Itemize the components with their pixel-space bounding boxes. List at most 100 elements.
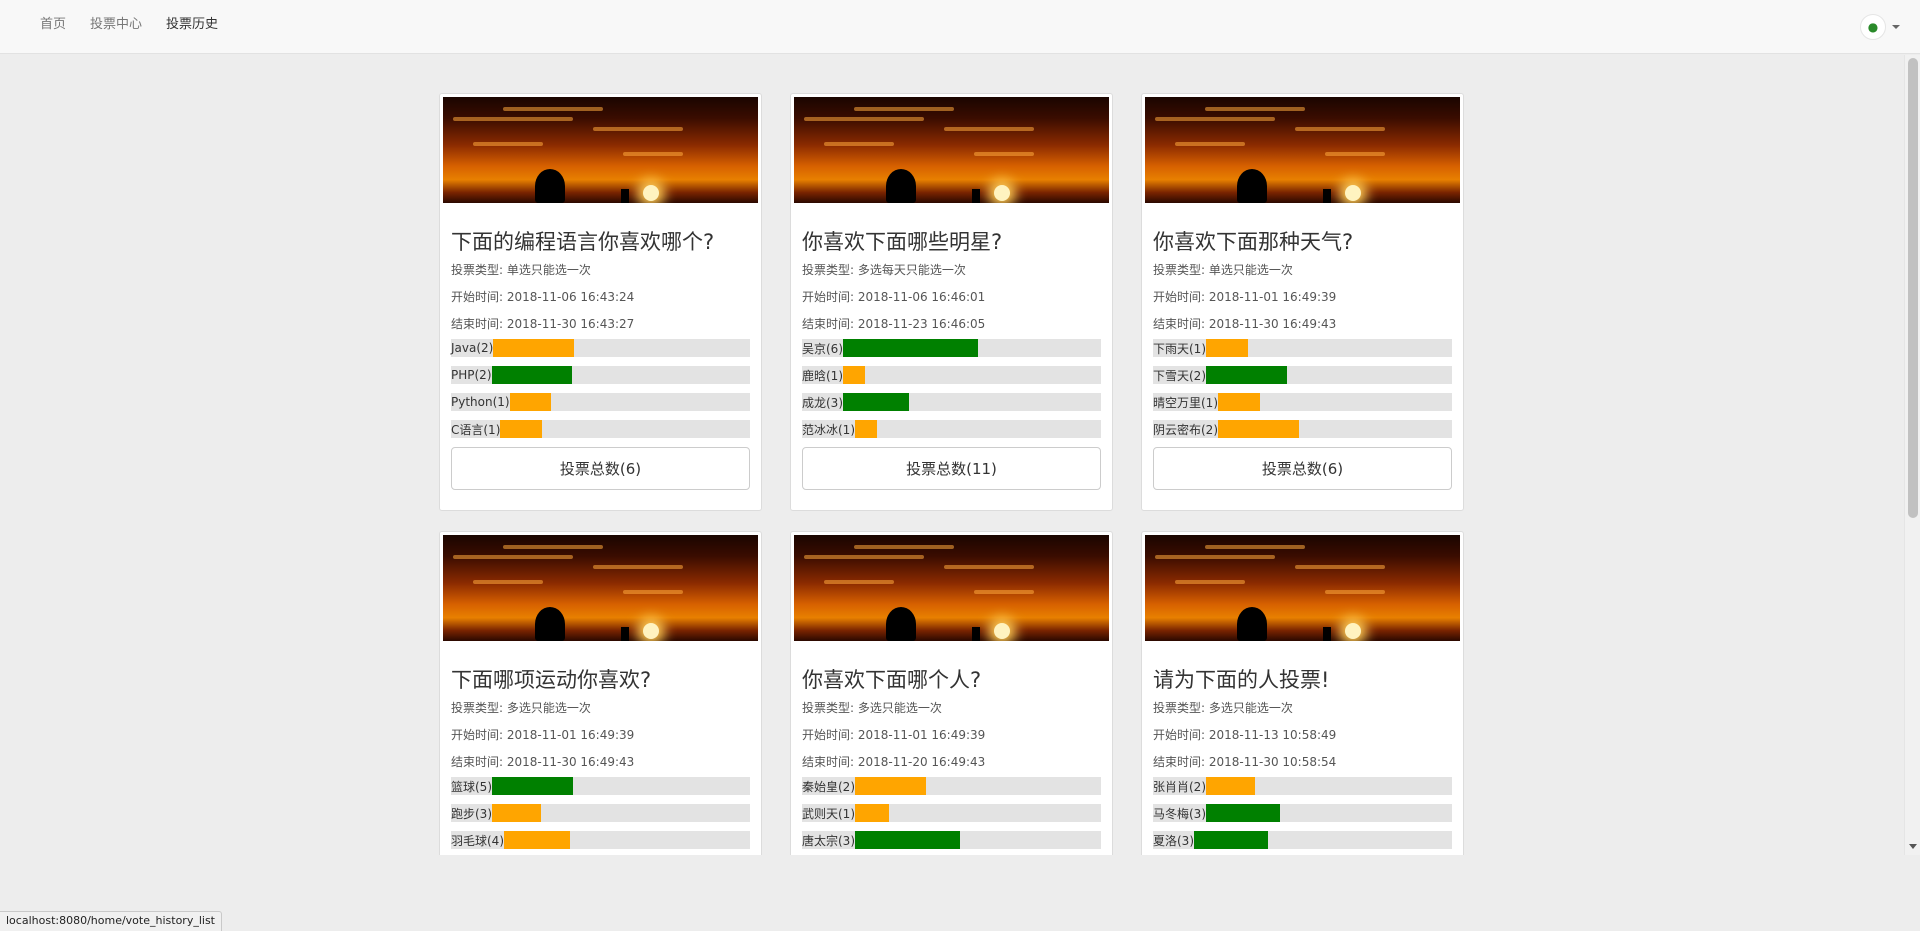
vote-card-grid: 下面的编程语言你喜欢哪个? 投票类型: 单选只能选一次开始时间: 2018-11-… (439, 93, 1464, 855)
vote-type: 投票类型: 单选只能选一次 (451, 263, 591, 277)
vote-option-fill (855, 420, 878, 438)
banner-cloud (1155, 555, 1275, 559)
vote-card: 下面哪项运动你喜欢? 投票类型: 多选只能选一次 开始时间: 2018-11-01 … (439, 531, 762, 855)
vote-title: 下面的编程语言你喜欢哪个? (451, 230, 715, 254)
vote-results: 篮球(5) 跑步(3) 羽毛球(4) (451, 777, 750, 849)
banner-cloud (824, 142, 894, 146)
vote-card: 请为下面的人投票! 投票类型: 多选只能选一次 开始时间: 2018-11-13 1… (1141, 531, 1464, 855)
vote-option-label: C语言(1) (451, 422, 501, 437)
vote-option-bar: 武则天(1) (802, 804, 1101, 822)
vote-option-label: 篮球(5) (451, 779, 492, 794)
vote-option-bar: 篮球(5) (451, 777, 750, 795)
vote-results: 吴京(6) 鹿晗(1) 成龙(3) 范冰冰(1) (802, 339, 1101, 438)
vote-option-label: PHP(2) (451, 368, 492, 382)
scrollbar-thumb[interactable] (1908, 58, 1918, 518)
vote-end: 结束时间: 2018-11-30 16:49:43 (1153, 317, 1337, 331)
vote-option-fill (843, 339, 978, 357)
vote-option-fill (1218, 420, 1299, 438)
vote-results: 张肖肖(2) 马冬梅(3) 夏洛(3) (1153, 777, 1452, 849)
banner-cloud (854, 107, 954, 111)
vote-banner-image (1145, 535, 1460, 641)
vote-banner-image (1145, 97, 1460, 203)
vote-option-fill (492, 804, 541, 822)
vote-option-bar: 张肖肖(2) (1153, 777, 1452, 795)
vote-card: 你喜欢下面哪些明星? 投票类型: 多选每天只能选一次 开始时间: 2018-11-0… (790, 93, 1113, 511)
vote-option-label: 夏洛(3) (1153, 833, 1194, 848)
banner-cloud (473, 580, 543, 584)
vote-start: 开始时间: 2018-11-06 16:43:24 (451, 290, 635, 304)
vote-option-label: 成龙(3) (802, 395, 843, 410)
vote-option-bar: 范冰冰(1) (802, 420, 1101, 438)
vote-end: 结束时间: 2018-11-30 16:43:27 (451, 317, 635, 331)
scroll-down-arrow-icon[interactable] (1909, 844, 1917, 849)
vote-total-button[interactable]: 投票总数(6) (451, 447, 750, 490)
banner-silhouette-small (621, 627, 629, 641)
vote-type: 投票类型: 多选只能选一次 (451, 701, 591, 715)
vote-option-label: 武则天(1) (802, 806, 855, 821)
banner-silhouette (886, 169, 916, 203)
vote-card-body: 你喜欢下面那种天气? 投票类型: 单选只能选一次 开始时间: 2018-11-01 … (1145, 203, 1460, 490)
user-menu[interactable]: ● (1860, 14, 1900, 40)
vote-results: Java(2) PHP(2) Python(1) C语言(1) (451, 339, 750, 438)
vote-option-label: 下雪天(2) (1153, 368, 1206, 383)
banner-silhouette (535, 607, 565, 641)
vote-card: 你喜欢下面哪个人? 投票类型: 多选只能选一次 开始时间: 2018-11-01 1… (790, 531, 1113, 855)
vote-option-label: 吴京(6) (802, 341, 843, 356)
nav-home[interactable]: 首页 (28, 13, 78, 32)
banner-silhouette-small (972, 627, 980, 641)
banner-cloud (944, 127, 1034, 131)
banner-sun (643, 185, 659, 201)
nav-vote-center[interactable]: 投票中心 (78, 13, 154, 32)
vote-option-fill (855, 804, 890, 822)
banner-silhouette (535, 169, 565, 203)
vote-option-fill (1206, 339, 1248, 357)
vote-results: 下雨天(1) 下雪天(2) 晴空万里(1) 阴云密布(2) (1153, 339, 1452, 438)
banner-silhouette (1237, 607, 1267, 641)
user-avatar-icon[interactable]: ● (1860, 14, 1886, 40)
vote-option-bar: 马冬梅(3) (1153, 804, 1452, 822)
vote-option-fill (1194, 831, 1268, 849)
banner-cloud (453, 555, 573, 559)
vote-option-bar: 秦始皇(2) (802, 777, 1101, 795)
banner-cloud (804, 117, 924, 121)
vote-option-fill (500, 420, 543, 438)
banner-silhouette-small (1323, 627, 1331, 641)
banner-cloud (1205, 545, 1305, 549)
banner-cloud (1155, 117, 1275, 121)
vote-option-bar: 吴京(6) (802, 339, 1101, 357)
vote-end: 结束时间: 2018-11-20 16:49:43 (802, 755, 986, 769)
vote-total-button[interactable]: 投票总数(11) (802, 447, 1101, 490)
banner-cloud (974, 590, 1034, 594)
vote-option-label: 张肖肖(2) (1153, 779, 1206, 794)
banner-cloud (623, 590, 683, 594)
vote-option-fill (855, 831, 961, 849)
vote-title: 请为下面的人投票! (1153, 668, 1330, 692)
vote-option-fill (1206, 366, 1287, 384)
banner-cloud (1175, 142, 1245, 146)
vote-title: 你喜欢下面那种天气? (1153, 230, 1354, 254)
vote-option-label: 唐太宗(3) (802, 833, 855, 848)
vote-card-body: 下面的编程语言你喜欢哪个? 投票类型: 单选只能选一次开始时间: 2018-11-… (443, 203, 758, 490)
vote-option-label: 马冬梅(3) (1153, 806, 1206, 821)
banner-silhouette-small (621, 189, 629, 203)
vote-option-fill (493, 339, 575, 357)
banner-silhouette (886, 607, 916, 641)
banner-cloud (1205, 107, 1305, 111)
banner-cloud (1295, 565, 1385, 569)
banner-cloud (804, 555, 924, 559)
vote-option-bar: PHP(2) (451, 366, 750, 384)
banner-cloud (473, 142, 543, 146)
banner-cloud (593, 565, 683, 569)
vertical-scrollbar[interactable] (1904, 55, 1920, 855)
vote-option-bar: 跑步(3) (451, 804, 750, 822)
vote-start: 开始时间: 2018-11-13 10:58:49 (1153, 728, 1337, 742)
vote-option-bar: 羽毛球(4) (451, 831, 750, 849)
vote-start: 开始时间: 2018-11-01 16:49:39 (451, 728, 635, 742)
top-navbar: 首页 投票中心 投票历史 ● (0, 0, 1920, 54)
vote-option-fill (1206, 804, 1280, 822)
vote-banner-image (443, 97, 758, 203)
vote-total-button[interactable]: 投票总数(6) (1153, 447, 1452, 490)
vote-card-body: 请为下面的人投票! 投票类型: 多选只能选一次 开始时间: 2018-11-13 1… (1145, 641, 1460, 849)
banner-silhouette (1237, 169, 1267, 203)
nav-vote-history[interactable]: 投票历史 (154, 13, 230, 32)
